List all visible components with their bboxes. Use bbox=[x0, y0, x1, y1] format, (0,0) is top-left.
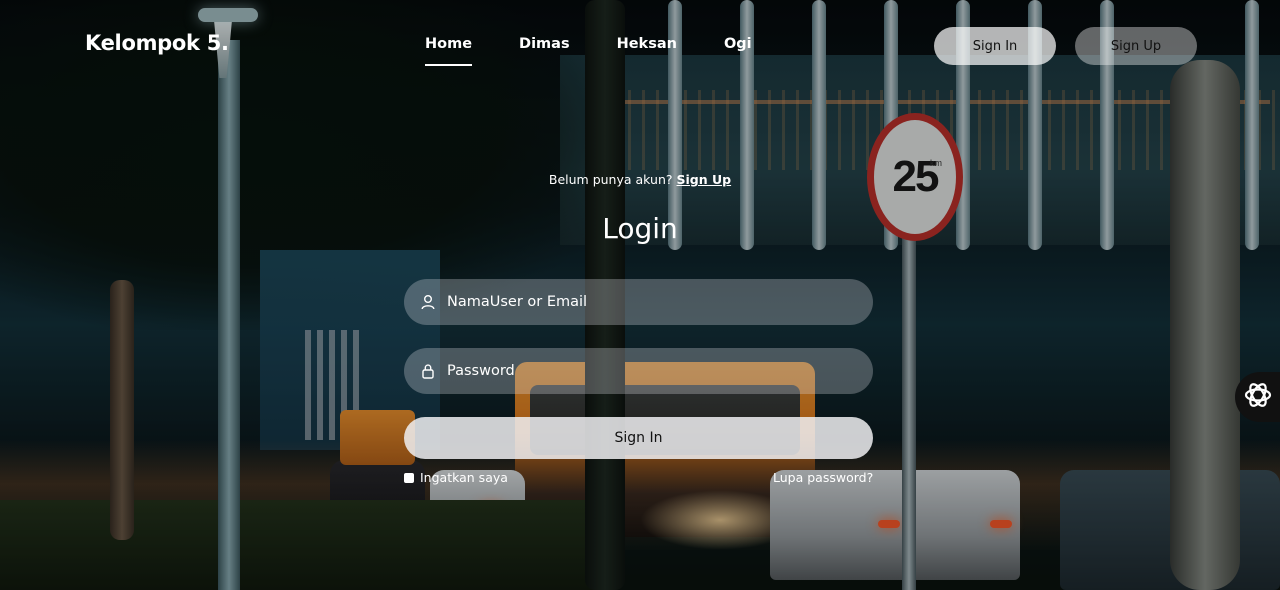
password-field[interactable] bbox=[404, 348, 873, 394]
signup-prompt: Belum punya akun? Sign Up bbox=[0, 172, 1280, 187]
openai-logo-icon bbox=[1242, 379, 1274, 415]
brand-logo: Kelompok 5. bbox=[85, 31, 229, 55]
nav-link-home[interactable]: Home bbox=[425, 36, 473, 66]
password-input[interactable] bbox=[445, 362, 873, 380]
main-nav: Home Dimas Heksan Ogi bbox=[425, 36, 799, 66]
user-icon bbox=[421, 294, 435, 310]
signup-prompt-text: Belum punya akun? bbox=[548, 172, 673, 187]
login-title: Login bbox=[602, 212, 678, 245]
username-input[interactable] bbox=[445, 293, 873, 311]
login-submit-button[interactable]: Sign In bbox=[404, 417, 873, 459]
nav-link-dimas[interactable]: Dimas bbox=[519, 36, 570, 66]
forgot-password-link[interactable]: Lupa password? bbox=[773, 470, 873, 485]
username-field[interactable] bbox=[404, 279, 873, 325]
remember-checkbox[interactable] bbox=[404, 472, 414, 483]
extension-widget[interactable] bbox=[1235, 372, 1280, 422]
nav-link-ogi[interactable]: Ogi bbox=[724, 36, 752, 66]
header-signup-button[interactable]: Sign Up bbox=[1075, 27, 1197, 65]
remember-label: Ingatkan saya bbox=[420, 470, 508, 485]
header-signin-button[interactable]: Sign In bbox=[934, 27, 1056, 65]
lock-icon bbox=[421, 363, 435, 379]
remember-me[interactable]: Ingatkan saya bbox=[404, 470, 508, 485]
nav-link-heksan[interactable]: Heksan bbox=[617, 36, 677, 66]
signup-link[interactable]: Sign Up bbox=[677, 172, 732, 187]
